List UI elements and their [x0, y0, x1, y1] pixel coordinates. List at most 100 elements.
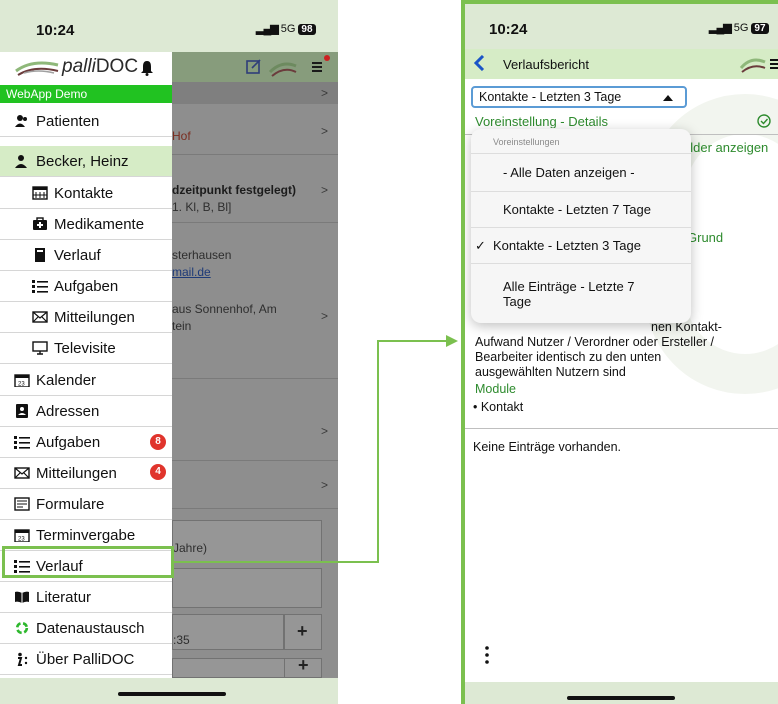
dropdown-header: Voreinstellungen [493, 137, 560, 147]
show-fields-link[interactable]: elder anzeigen [683, 140, 768, 155]
calendar-icon: 23 [14, 529, 30, 543]
home-indicator[interactable] [118, 692, 226, 696]
dropdown-option-label: - Alle Daten anzeigen - [503, 165, 635, 180]
notification-badge: 4 [150, 464, 166, 480]
presets-details-link[interactable]: Voreinstellung - Details [475, 114, 655, 128]
check-circle-icon[interactable] [757, 114, 771, 128]
nav-label: Terminvergabe [36, 526, 136, 544]
form-icon [14, 497, 30, 511]
background-field: :35 [172, 614, 284, 650]
background-text: Jahre) [173, 541, 208, 555]
left-phone-screen: 10:24 ▂▄▆ 5G 98 > Hof > dzeitpunkt festgel… [0, 0, 338, 704]
home-indicator[interactable] [567, 696, 675, 700]
divider [172, 460, 338, 461]
dropdown-option-label-continued: Tage [503, 293, 532, 309]
nav-item-aufgaben[interactable]: Aufgaben 8 [0, 427, 172, 458]
module-item: • Kontakt [473, 400, 524, 414]
nav-label: Formulare [36, 495, 105, 513]
background-text: 1. Kl, B, Bl] [172, 200, 232, 214]
book-icon [15, 591, 29, 603]
background-text: dzeitpunkt festgelegt) [172, 183, 297, 197]
nav-item-adressen[interactable]: Adressen [0, 396, 172, 427]
nav-item-patient-becker[interactable]: Becker, Heinz [0, 146, 172, 177]
nav-label: Aufgaben [36, 433, 101, 451]
nav-label: Datenaustausch [36, 619, 145, 637]
envelope-icon [32, 311, 48, 323]
filter-select[interactable]: Kontakte - Letzten 3 Tage [471, 86, 687, 108]
status-time: 10:24 [36, 22, 75, 39]
app-logo-text: palliDOC [62, 56, 139, 77]
nav-item-patienten[interactable]: Patienten [0, 106, 172, 137]
nav-item-ueber-pallidoc[interactable]: Über PalliDOC [0, 644, 172, 675]
checkmark-icon: ✓ [475, 237, 486, 253]
person-icon [15, 155, 27, 168]
background-email-link: mail.de [172, 265, 211, 279]
list-icon [32, 280, 48, 293]
background-text: Hof [172, 129, 191, 143]
filter-select-value: Kontakte - Letzten 3 Tage [479, 90, 622, 104]
patients-icon [15, 115, 27, 127]
module-title: Module [475, 382, 516, 396]
dropdown-option-selected[interactable]: ✓ Kontakte - Letzten 3 Tage [471, 227, 691, 263]
nav-item-literatur[interactable]: Literatur [0, 582, 172, 613]
pallidoc-logo-icon [15, 61, 59, 76]
bell-icon[interactable] [140, 60, 154, 76]
nav-item-mitteilungen-patient[interactable]: Mitteilungen [0, 302, 172, 333]
background-field [172, 568, 322, 608]
status-time: 10:24 [489, 21, 528, 38]
calendar-grid-icon [32, 186, 48, 200]
network-label: 5G [733, 22, 749, 34]
dropdown-option[interactable]: Kontakte - Letzten 7 Tage [471, 191, 691, 227]
home-bar [465, 682, 778, 704]
signal-icon: ▂▄▆ [256, 23, 279, 35]
nav-item-medikamente[interactable]: Medikamente [0, 209, 172, 240]
chevron-right-icon: > [320, 124, 328, 138]
dropdown-option[interactable]: Alle Einträge - Letzte 7 Tage [471, 263, 691, 323]
description-line: Bearbeiter identisch zu den unten [475, 350, 662, 364]
calendar-icon: 23 [14, 374, 30, 387]
menu-icon [312, 62, 322, 72]
description-line: ausgewählten Nutzern sind [475, 365, 626, 379]
drawer-logo-row: palliDOC [0, 52, 172, 85]
nav-label: Patienten [36, 112, 100, 130]
add-button: + [284, 655, 322, 678]
vertical-dots-icon[interactable] [485, 646, 489, 664]
background-header [172, 52, 338, 82]
nav-label: Medikamente [54, 215, 145, 233]
nav-item-formulare[interactable]: Formulare [0, 489, 172, 520]
dropdown-option[interactable]: - Alle Daten anzeigen - [471, 153, 691, 191]
nav-label: Verlauf [54, 246, 101, 264]
background-text: tein [172, 319, 192, 333]
add-button: + [284, 614, 322, 650]
background-text: :35 [173, 633, 190, 647]
nav-label: Adressen [36, 402, 100, 420]
nav-item-kalender[interactable]: 23 Kalender [0, 365, 172, 396]
app-logo-icon [268, 62, 297, 77]
nav-item-televisite[interactable]: Televisite [0, 333, 172, 364]
nav-item-aufgaben-patient[interactable]: Aufgaben [0, 271, 172, 302]
page-title: Verlaufsbericht [503, 57, 589, 72]
menu-icon[interactable] [770, 58, 778, 70]
info-icon [17, 652, 28, 666]
chevron-right-icon: > [320, 86, 328, 100]
nav-label: Becker, Heinz [36, 152, 129, 170]
status-indicators: ▂▄▆ 5G 98 [256, 22, 316, 35]
back-chevron-icon[interactable] [473, 55, 485, 71]
nav-label: Kontakte [54, 184, 114, 202]
home-bar [0, 678, 338, 704]
nav-item-verlauf-patient[interactable]: Verlauf [0, 240, 172, 271]
svg-text:23: 23 [18, 537, 25, 543]
divider [172, 154, 338, 155]
address-book-icon [16, 404, 28, 418]
nav-item-kontakte[interactable]: Kontakte [0, 178, 172, 209]
dropdown-option-label: Kontakte - Letzten 7 Tage [503, 202, 651, 217]
plus-icon: + [297, 621, 308, 641]
demo-banner: WebApp Demo [0, 85, 172, 103]
background-app-overlay[interactable]: > Hof > dzeitpunkt festgelegt) > 1. Kl, … [172, 52, 338, 678]
chevron-right-icon: > [320, 424, 328, 438]
nav-item-datenaustausch[interactable]: Datenaustausch [0, 613, 172, 644]
notification-badge: 8 [150, 434, 166, 450]
nav-label: Über PalliDOC [36, 650, 135, 668]
chevron-right-icon: > [320, 183, 328, 197]
nav-item-mitteilungen[interactable]: Mitteilungen 4 [0, 458, 172, 489]
